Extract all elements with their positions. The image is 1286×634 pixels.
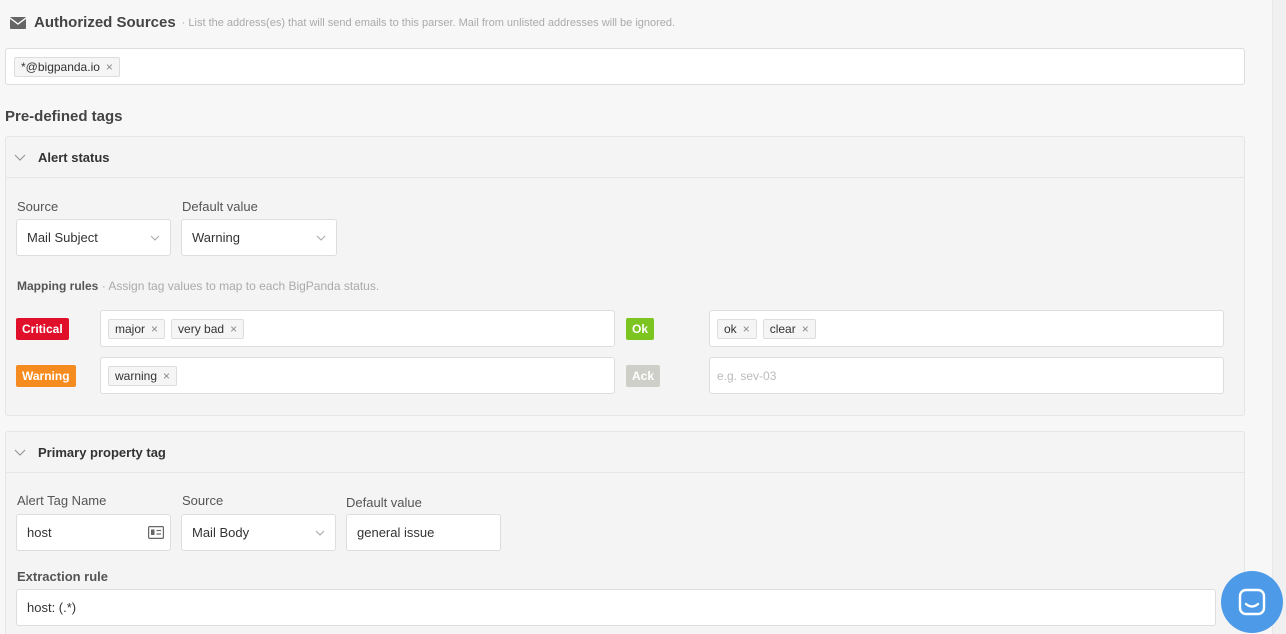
mapping-rules-label: Mapping rules · Assign tag values to map… (17, 279, 379, 293)
source-select-value: Mail Subject (27, 230, 98, 245)
id-card-icon[interactable] (148, 526, 164, 539)
authorized-sources-header: Authorized Sources · List the address(es… (10, 14, 675, 31)
primary-property-title: Primary property tag (38, 444, 166, 460)
critical-badge: Critical (16, 318, 69, 340)
default-value-input[interactable]: general issue (346, 514, 501, 551)
tag-chip: major × (108, 318, 166, 339)
ack-tags-input[interactable]: e.g. sev-03 (709, 357, 1224, 394)
ack-placeholder: e.g. sev-03 (717, 368, 777, 383)
chevron-down-icon (150, 235, 160, 241)
critical-tags-input[interactable]: major × very bad × (100, 310, 615, 347)
primary-property-header[interactable]: Primary property tag (6, 432, 1244, 473)
primary-property-panel: Primary property tag Alert Tag Name Sour… (5, 431, 1245, 634)
tag-chip: ok × (717, 318, 757, 339)
alert-tag-name-input[interactable]: host (16, 514, 171, 551)
chip-label: major (115, 321, 146, 336)
ok-tags-input[interactable]: ok × clear × (709, 310, 1224, 347)
authorized-sources-subtitle: · List the address(es) that will send em… (181, 16, 676, 29)
warning-badge: Warning (16, 365, 76, 387)
extraction-rule-input[interactable]: host: (.*) (16, 589, 1216, 626)
default-value-select[interactable]: Warning (181, 219, 337, 256)
default-value-value: general issue (357, 525, 435, 540)
mapping-rules-subtitle: · Assign tag values to map to each BigPa… (101, 279, 380, 293)
chevron-down-icon (14, 154, 26, 161)
close-icon[interactable]: × (151, 322, 158, 336)
tag-chip: warning × (108, 365, 178, 386)
default-value-label: Default value (346, 495, 422, 510)
mail-icon (10, 16, 26, 29)
authorized-sources-input[interactable]: *@bigpanda.io × (5, 48, 1245, 85)
chat-icon (1238, 588, 1266, 616)
ok-badge: Ok (626, 318, 655, 340)
alert-tag-name-label: Alert Tag Name (17, 493, 107, 508)
chevron-down-icon (316, 235, 326, 241)
alert-status-panel: Alert status Source Default value Mail S… (5, 136, 1245, 416)
chevron-down-icon (14, 449, 26, 456)
extraction-rule-label: Extraction rule (17, 569, 109, 584)
source-select[interactable]: Mail Body (181, 514, 336, 551)
source-label: Source (17, 199, 59, 214)
close-icon[interactable]: × (106, 60, 113, 74)
chip-label: warning (115, 368, 158, 383)
source-select[interactable]: Mail Subject (16, 219, 171, 256)
close-icon[interactable]: × (802, 322, 809, 336)
chip-label: very bad (178, 321, 225, 336)
predefined-tags-title: Pre-defined tags (5, 108, 123, 125)
scrollbar[interactable] (1272, 0, 1286, 634)
close-icon[interactable]: × (163, 369, 170, 383)
source-select-value: Mail Body (192, 525, 250, 540)
authorized-sources-title: Authorized Sources (34, 14, 176, 31)
ack-badge: Ack (626, 365, 661, 387)
chip-label: clear (769, 321, 796, 336)
tag-chip: clear × (762, 318, 816, 339)
chat-button[interactable] (1221, 571, 1283, 633)
chip-label: ok (724, 321, 737, 336)
alert-tag-name-value: host (27, 525, 52, 540)
chip-label: *@bigpanda.io (21, 60, 100, 74)
default-value-select-value: Warning (192, 230, 240, 245)
alert-status-title: Alert status (38, 149, 110, 165)
source-chip: *@bigpanda.io × (14, 57, 120, 77)
close-icon[interactable]: × (743, 322, 750, 336)
close-icon[interactable]: × (230, 322, 237, 336)
mapping-rules-title: Mapping rules (17, 279, 99, 293)
warning-tags-input[interactable]: warning × (100, 357, 615, 394)
tag-chip: very bad × (171, 318, 245, 339)
extraction-rule-value: host: (.*) (27, 600, 77, 615)
source-label: Source (182, 493, 224, 508)
chevron-down-icon (315, 530, 325, 536)
default-value-label: Default value (182, 199, 258, 214)
alert-status-header[interactable]: Alert status (6, 137, 1244, 178)
